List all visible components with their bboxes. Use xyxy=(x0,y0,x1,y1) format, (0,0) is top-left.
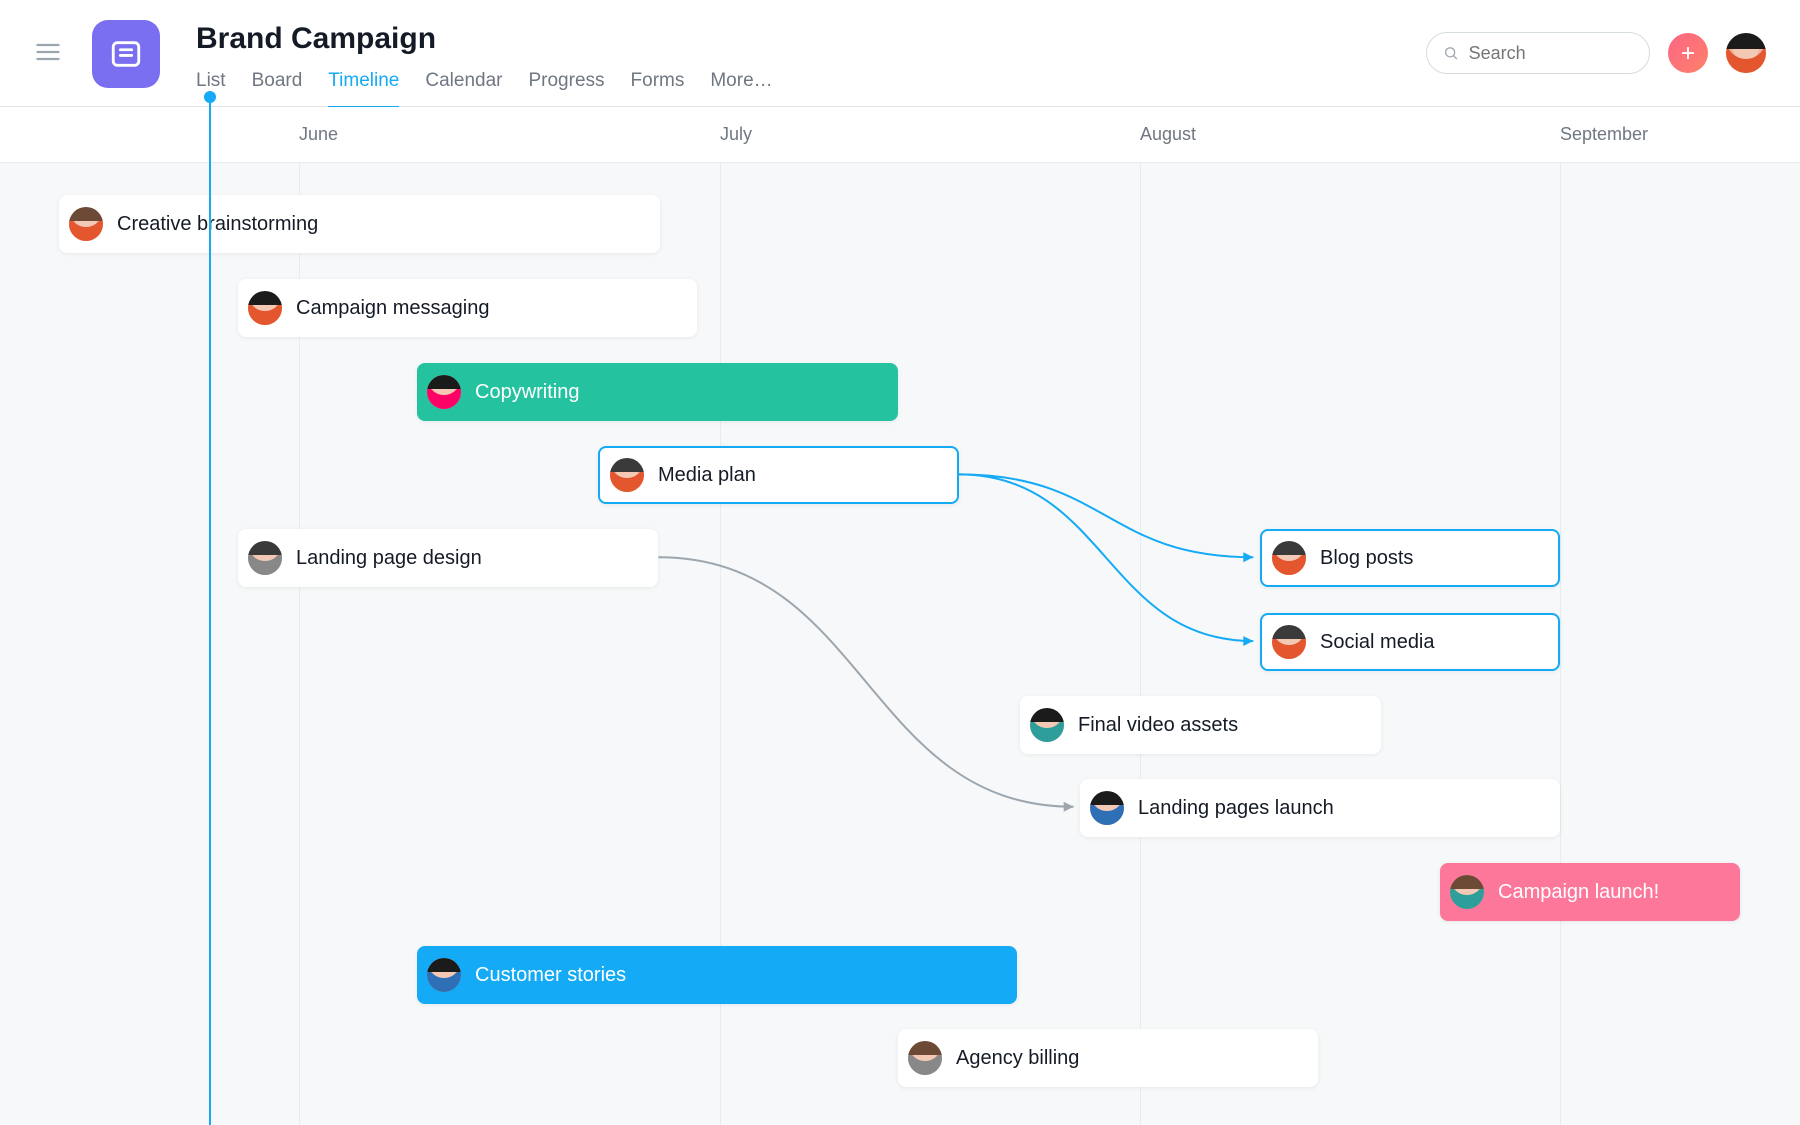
task-title: Blog posts xyxy=(1320,547,1413,570)
task-title: Agency billing xyxy=(956,1047,1079,1070)
task-title: Landing page design xyxy=(296,547,482,570)
task-custstories[interactable]: Customer stories xyxy=(417,946,1017,1004)
task-title: Campaign launch! xyxy=(1498,881,1659,904)
month-gridline xyxy=(1560,163,1561,1125)
assignee-avatar[interactable] xyxy=(248,541,282,575)
month-label: July xyxy=(720,124,752,145)
task-blogposts[interactable]: Blog posts xyxy=(1260,529,1560,587)
plus-icon xyxy=(1679,44,1697,62)
task-title: Final video assets xyxy=(1078,714,1238,737)
user-avatar[interactable] xyxy=(1726,33,1766,73)
task-campaign[interactable]: Campaign launch! xyxy=(1440,863,1740,921)
task-title: Creative brainstorming xyxy=(117,213,318,236)
task-title: Copywriting xyxy=(475,381,579,404)
month-gridline xyxy=(1140,163,1141,1125)
search-icon xyxy=(1443,44,1459,62)
menu-icon[interactable] xyxy=(34,38,62,66)
assignee-avatar[interactable] xyxy=(1090,791,1124,825)
assignee-avatar[interactable] xyxy=(248,291,282,325)
assignee-avatar[interactable] xyxy=(1272,541,1306,575)
task-title: Campaign messaging xyxy=(296,297,489,320)
month-label: June xyxy=(299,124,338,145)
task-copywriting[interactable]: Copywriting xyxy=(417,363,898,421)
tab-board[interactable]: Board xyxy=(252,70,303,109)
task-agency[interactable]: Agency billing xyxy=(898,1029,1318,1087)
task-title: Customer stories xyxy=(475,964,626,987)
tab-more[interactable]: More… xyxy=(710,70,772,109)
project-icon[interactable] xyxy=(92,20,160,88)
assignee-avatar[interactable] xyxy=(427,375,461,409)
task-social[interactable]: Social media xyxy=(1260,613,1560,671)
assignee-avatar[interactable] xyxy=(610,458,644,492)
month-label: August xyxy=(1140,124,1196,145)
task-mediaplan[interactable]: Media plan xyxy=(598,446,959,504)
timeline-canvas[interactable]: Creative brainstorming Campaign messaging… xyxy=(0,163,1800,1125)
assignee-avatar[interactable] xyxy=(427,958,461,992)
task-landingdes[interactable]: Landing page design xyxy=(238,529,658,587)
task-messaging[interactable]: Campaign messaging xyxy=(238,279,697,337)
view-tabs: List Board Timeline Calendar Progress Fo… xyxy=(196,70,773,109)
task-title: Media plan xyxy=(658,464,756,487)
tab-calendar[interactable]: Calendar xyxy=(425,70,502,109)
header-bar: Brand Campaign List Board Timeline Calen… xyxy=(0,0,1800,107)
task-creative[interactable]: Creative brainstorming xyxy=(59,195,660,253)
assignee-avatar[interactable] xyxy=(1450,875,1484,909)
search-input[interactable] xyxy=(1469,43,1633,64)
assignee-avatar[interactable] xyxy=(908,1041,942,1075)
timeline: June July August September Creative brai… xyxy=(0,107,1800,1125)
tab-progress[interactable]: Progress xyxy=(528,70,604,109)
today-dot-icon xyxy=(204,91,216,103)
task-finalvideo[interactable]: Final video assets xyxy=(1020,696,1381,754)
tab-forms[interactable]: Forms xyxy=(631,70,685,109)
task-landlaunch[interactable]: Landing pages launch xyxy=(1080,779,1560,837)
add-button[interactable] xyxy=(1668,33,1708,73)
tab-timeline[interactable]: Timeline xyxy=(328,70,399,109)
page-title: Brand Campaign xyxy=(196,22,773,56)
today-indicator xyxy=(209,99,211,1125)
assignee-avatar[interactable] xyxy=(1272,625,1306,659)
month-label: September xyxy=(1560,124,1648,145)
month-header: June July August September xyxy=(0,107,1800,163)
search-box[interactable] xyxy=(1426,32,1650,74)
assignee-avatar[interactable] xyxy=(1030,708,1064,742)
task-title: Landing pages launch xyxy=(1138,797,1334,820)
task-title: Social media xyxy=(1320,631,1435,654)
assignee-avatar[interactable] xyxy=(69,207,103,241)
